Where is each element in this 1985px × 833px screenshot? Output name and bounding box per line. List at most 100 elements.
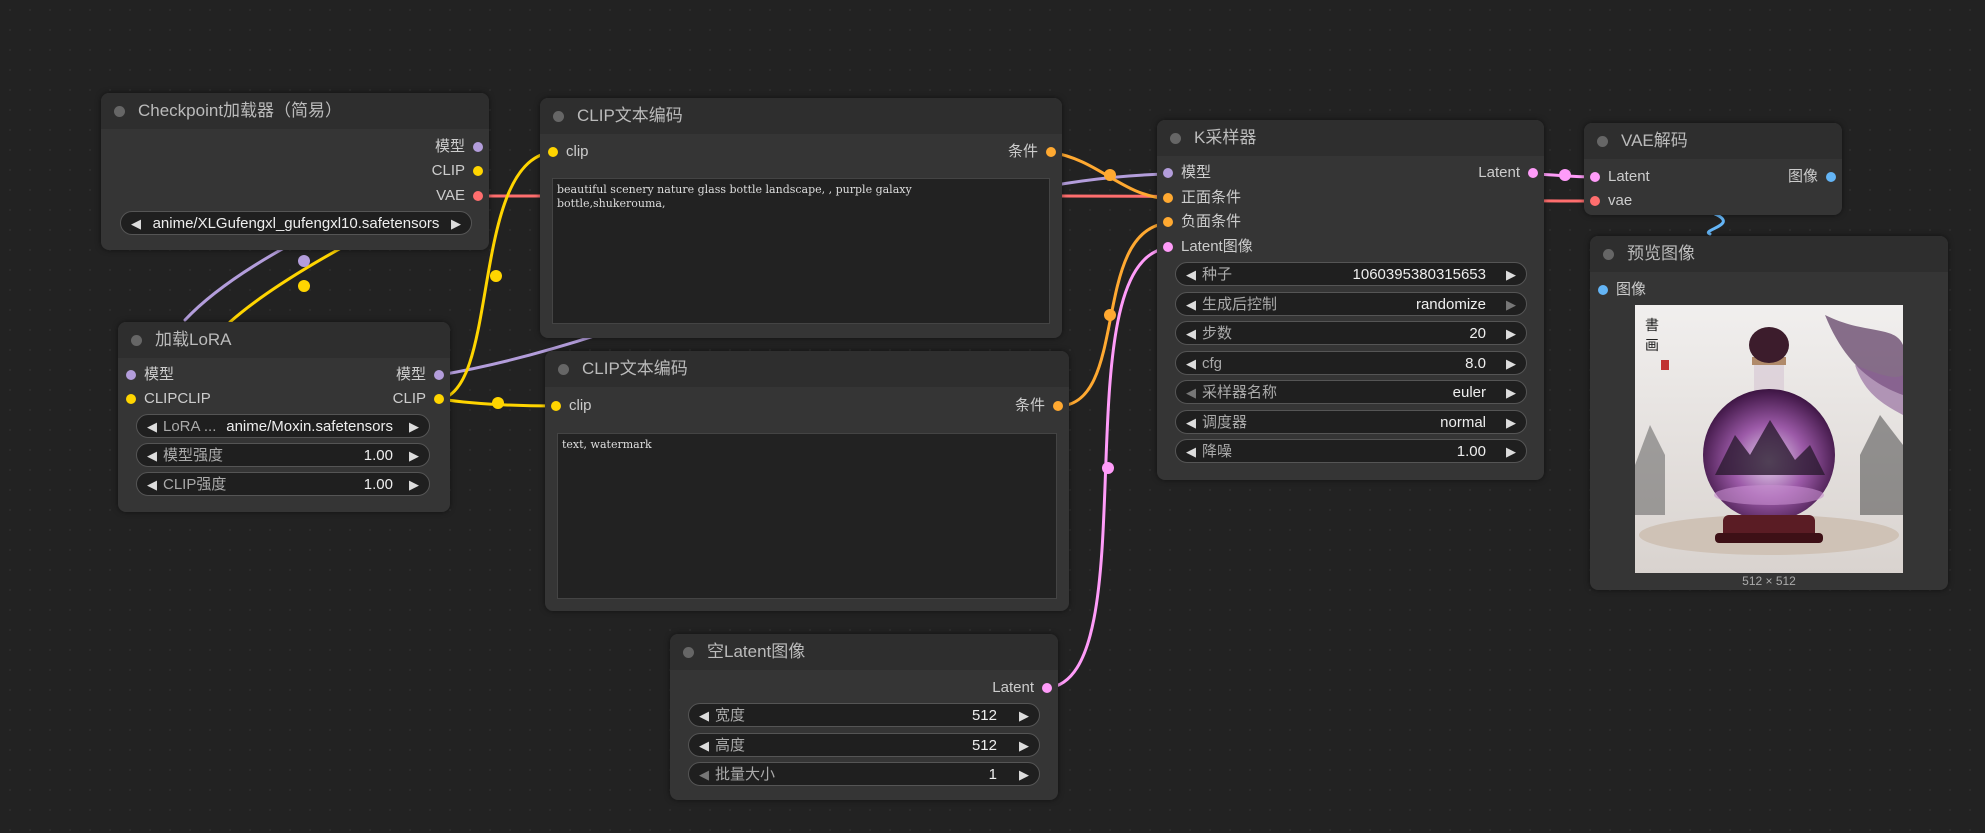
control-after-generate-combo[interactable]: ◀ 生成后控制 randomize ▶ [1175, 292, 1527, 316]
node-title[interactable]: CLIP文本编码 [545, 351, 1069, 387]
arrow-left-icon[interactable]: ◀ [699, 763, 709, 787]
node-title[interactable]: VAE解码 [1584, 123, 1842, 159]
pin-icon[interactable] [126, 370, 136, 380]
pin-icon[interactable] [1163, 193, 1173, 203]
output-model[interactable]: 模型 [396, 365, 444, 385]
cfg-number[interactable]: ◀ cfg 8.0 ▶ [1175, 351, 1527, 375]
node-title[interactable]: 预览图像 [1590, 236, 1948, 272]
node-title[interactable]: Checkpoint加载器（简易） [101, 93, 489, 129]
collapse-dot-icon[interactable] [1597, 136, 1608, 147]
collapse-dot-icon[interactable] [558, 364, 569, 375]
pin-icon[interactable] [1590, 196, 1600, 206]
pin-icon[interactable] [1528, 168, 1538, 178]
arrow-left-icon[interactable]: ◀ [1186, 381, 1196, 405]
input-latent-image[interactable]: Latent图像 [1163, 237, 1253, 257]
arrow-left-icon[interactable]: ◀ [131, 212, 141, 236]
clip-text-encode-positive-node[interactable]: CLIP文本编码 clip 条件 beautiful scenery natur… [540, 98, 1062, 338]
arrow-right-icon[interactable]: ▶ [1506, 352, 1516, 376]
strength-clip-number[interactable]: ◀ CLIP强度 1.00 ▶ [136, 472, 430, 496]
output-latent[interactable]: Latent [992, 678, 1052, 698]
wire-midpoint[interactable] [1104, 309, 1116, 321]
collapse-dot-icon[interactable] [683, 647, 694, 658]
pin-icon[interactable] [126, 394, 136, 404]
arrow-left-icon[interactable]: ◀ [147, 473, 157, 497]
wire-midpoint[interactable] [1104, 169, 1116, 181]
pin-icon[interactable] [1598, 285, 1608, 295]
output-clip[interactable]: CLIP [393, 389, 444, 409]
pin-icon[interactable] [434, 370, 444, 380]
input-positive[interactable]: 正面条件 [1163, 188, 1241, 208]
pin-icon[interactable] [473, 166, 483, 176]
output-vae[interactable]: VAE [436, 186, 483, 206]
arrow-right-icon[interactable]: ▶ [409, 444, 419, 468]
output-model[interactable]: 模型 [435, 137, 483, 157]
clip-text-encode-negative-node[interactable]: CLIP文本编码 clip 条件 text, watermark [545, 351, 1069, 611]
input-image[interactable]: 图像 [1598, 280, 1646, 300]
arrow-right-icon[interactable]: ▶ [409, 473, 419, 497]
preview-image-node[interactable]: 预览图像 图像 書 画 512 × 512 [1590, 236, 1948, 590]
output-latent[interactable]: Latent [1478, 163, 1538, 183]
wire-midpoint[interactable] [1102, 462, 1114, 474]
checkpoint-loader-node[interactable]: Checkpoint加载器（简易） 模型 CLIP VAE ◀ anime/XL… [101, 93, 489, 250]
arrow-left-icon[interactable]: ◀ [147, 444, 157, 468]
arrow-right-icon[interactable]: ▶ [1506, 322, 1516, 346]
arrow-left-icon[interactable]: ◀ [1186, 293, 1196, 317]
sampler-name-combo[interactable]: ◀ 采样器名称 euler ▶ [1175, 380, 1527, 404]
pin-icon[interactable] [548, 147, 558, 157]
arrow-left-icon[interactable]: ◀ [1186, 411, 1196, 435]
prompt-textarea[interactable]: beautiful scenery nature glass bottle la… [552, 178, 1050, 324]
pin-icon[interactable] [434, 394, 444, 404]
pin-icon[interactable] [1590, 172, 1600, 182]
arrow-left-icon[interactable]: ◀ [1186, 352, 1196, 376]
input-negative[interactable]: 负面条件 [1163, 212, 1241, 232]
arrow-left-icon[interactable]: ◀ [1186, 322, 1196, 346]
input-latent[interactable]: Latent [1590, 167, 1650, 187]
pin-icon[interactable] [473, 191, 483, 201]
pin-icon[interactable] [473, 142, 483, 152]
steps-number[interactable]: ◀ 步数 20 ▶ [1175, 321, 1527, 345]
collapse-dot-icon[interactable] [1170, 133, 1181, 144]
pin-icon[interactable] [1826, 172, 1836, 182]
pin-icon[interactable] [551, 401, 561, 411]
output-conditioning[interactable]: 条件 [1008, 142, 1056, 162]
arrow-right-icon[interactable]: ▶ [1506, 381, 1516, 405]
pin-icon[interactable] [1053, 401, 1063, 411]
ksampler-node[interactable]: K采样器 模型 正面条件 负面条件 Latent图像 Latent ◀ 种子 1… [1157, 120, 1544, 480]
input-clip[interactable]: CLIPCLIP [126, 389, 211, 409]
input-model[interactable]: 模型 [1163, 163, 1211, 183]
arrow-left-icon[interactable]: ◀ [1186, 263, 1196, 287]
output-image[interactable]: 图像 [1788, 167, 1836, 187]
batch-size-number[interactable]: ◀ 批量大小 1 ▶ [688, 762, 1040, 786]
pin-icon[interactable] [1042, 683, 1052, 693]
node-title[interactable]: 加载LoRA [118, 322, 450, 358]
preview-image[interactable]: 書 画 [1635, 305, 1903, 573]
arrow-left-icon[interactable]: ◀ [699, 734, 709, 758]
scheduler-combo[interactable]: ◀ 调度器 normal ▶ [1175, 410, 1527, 434]
collapse-dot-icon[interactable] [1603, 249, 1614, 260]
arrow-left-icon[interactable]: ◀ [699, 704, 709, 728]
arrow-right-icon[interactable]: ▶ [1019, 704, 1029, 728]
node-title[interactable]: K采样器 [1157, 120, 1544, 156]
collapse-dot-icon[interactable] [553, 111, 564, 122]
arrow-right-icon[interactable]: ▶ [409, 415, 419, 439]
node-title[interactable]: 空Latent图像 [670, 634, 1058, 670]
arrow-right-icon[interactable]: ▶ [1506, 263, 1516, 287]
output-clip[interactable]: CLIP [432, 161, 483, 181]
arrow-right-icon[interactable]: ▶ [1506, 411, 1516, 435]
node-title[interactable]: CLIP文本编码 [540, 98, 1062, 134]
arrow-right-icon[interactable]: ▶ [1506, 440, 1516, 464]
collapse-dot-icon[interactable] [131, 335, 142, 346]
wire-midpoint[interactable] [492, 397, 504, 409]
collapse-dot-icon[interactable] [114, 106, 125, 117]
arrow-right-icon[interactable]: ▶ [1019, 763, 1029, 787]
output-conditioning[interactable]: 条件 [1015, 396, 1063, 416]
seed-number[interactable]: ◀ 种子 1060395380315653 ▶ [1175, 262, 1527, 286]
lora-loader-node[interactable]: 加载LoRA 模型 CLIPCLIP 模型 CLIP ◀ LoRA ... an… [118, 322, 450, 512]
arrow-right-icon[interactable]: ▶ [451, 212, 461, 236]
lora-name-combo[interactable]: ◀ LoRA ... anime/Moxin.safetensors ▶ [136, 414, 430, 438]
arrow-left-icon[interactable]: ◀ [147, 415, 157, 439]
pin-icon[interactable] [1046, 147, 1056, 157]
arrow-right-icon[interactable]: ▶ [1506, 293, 1516, 317]
height-number[interactable]: ◀ 高度 512 ▶ [688, 733, 1040, 757]
empty-latent-node[interactable]: 空Latent图像 Latent ◀ 宽度 512 ▶ ◀ 高度 512 ▶ ◀… [670, 634, 1058, 800]
